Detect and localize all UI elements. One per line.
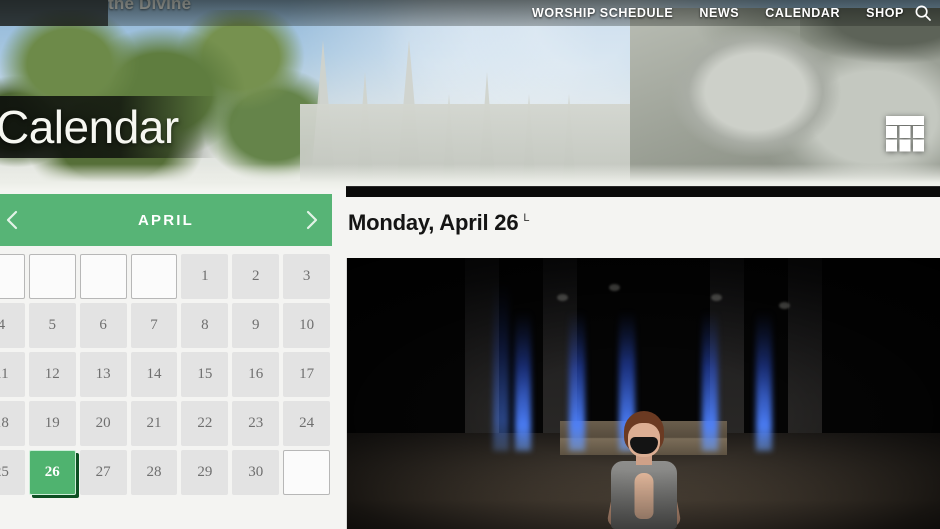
chevron-right-icon[interactable] bbox=[300, 209, 322, 231]
calendar-day[interactable]: 25 bbox=[0, 450, 25, 495]
calendar-day[interactable]: 17 bbox=[283, 352, 330, 397]
calendar-day[interactable]: 23 bbox=[232, 401, 280, 446]
service-video-player[interactable] bbox=[346, 258, 940, 529]
calendar-cell-empty bbox=[79, 254, 127, 299]
month-navigation-bar: APRIL bbox=[0, 194, 332, 246]
calendar-cell-empty bbox=[0, 254, 25, 299]
calendar-cell-empty bbox=[28, 254, 76, 299]
event-date-heading: Monday, April 26 L bbox=[346, 210, 940, 236]
video-scene bbox=[347, 258, 940, 529]
nav-item-news[interactable]: NEWS bbox=[699, 6, 739, 20]
hero-banner bbox=[0, 0, 940, 190]
calendar-day[interactable]: 12 bbox=[28, 352, 76, 397]
calendar-day[interactable]: 11 bbox=[0, 352, 25, 397]
calendar-day-selected[interactable]: 26 bbox=[28, 450, 76, 495]
calendar-day[interactable]: 5 bbox=[28, 303, 76, 348]
nav-item-calendar[interactable]: CALENDAR bbox=[765, 6, 840, 20]
calendar-day[interactable]: 28 bbox=[130, 450, 178, 495]
section-divider bbox=[346, 186, 940, 197]
calendar-day[interactable]: 22 bbox=[181, 401, 229, 446]
calendar-day[interactable]: 29 bbox=[181, 450, 229, 495]
calendar-cell-empty bbox=[283, 450, 330, 495]
video-vignette bbox=[347, 258, 940, 529]
calendar-day[interactable]: 10 bbox=[283, 303, 330, 348]
page-title: Calendar bbox=[0, 101, 179, 153]
calendar-day[interactable]: 27 bbox=[79, 450, 127, 495]
calendar-day[interactable]: 14 bbox=[130, 352, 178, 397]
calendar-day[interactable]: 13 bbox=[79, 352, 127, 397]
nav-left-shade bbox=[0, 0, 108, 26]
search-icon[interactable] bbox=[914, 4, 932, 22]
calendar-day[interactable]: 2 bbox=[232, 254, 280, 299]
calendar-day[interactable]: 3 bbox=[283, 254, 330, 299]
stone-sculpture bbox=[630, 8, 940, 190]
top-navigation-bar: WORSHIP SCHEDULE NEWS CALENDAR SHOP bbox=[0, 0, 940, 26]
calendar-panel: APRIL 1234567891011121314151617181920212… bbox=[0, 194, 332, 529]
event-date-superscript: L bbox=[523, 212, 530, 224]
nav-item-shop[interactable]: SHOP bbox=[866, 6, 904, 20]
calendar-day[interactable]: 4 bbox=[0, 303, 25, 348]
calendar-day[interactable]: 24 bbox=[283, 401, 330, 446]
event-date-text: Monday, April 26 bbox=[348, 210, 519, 235]
calendar-day[interactable]: 30 bbox=[232, 450, 280, 495]
calendar-day[interactable]: 16 bbox=[232, 352, 280, 397]
calendar-day-grid: 1234567891011121314151617181920212223242… bbox=[0, 246, 332, 495]
calendar-day[interactable]: 15 bbox=[181, 352, 229, 397]
calendar-day[interactable]: 1 bbox=[181, 254, 229, 299]
event-panel: Monday, April 26 L bbox=[346, 186, 940, 529]
nav-item-worship-schedule[interactable]: WORSHIP SCHEDULE bbox=[532, 6, 673, 20]
calendar-day[interactable]: 9 bbox=[232, 303, 280, 348]
calendar-day[interactable]: 19 bbox=[28, 401, 76, 446]
calendar-day[interactable]: 6 bbox=[79, 303, 127, 348]
calendar-cell-empty bbox=[130, 254, 178, 299]
calendar-day[interactable]: 8 bbox=[181, 303, 229, 348]
calendar-day[interactable]: 7 bbox=[130, 303, 178, 348]
calendar-day[interactable]: 18 bbox=[0, 401, 25, 446]
month-label: APRIL bbox=[138, 211, 194, 229]
chevron-left-icon[interactable] bbox=[2, 209, 24, 231]
calendar-day[interactable]: 20 bbox=[79, 401, 127, 446]
calendar-page: WORSHIP SCHEDULE NEWS CALENDAR SHOP the … bbox=[0, 0, 940, 529]
calendar-grid-icon[interactable] bbox=[884, 113, 926, 155]
nav-links: WORSHIP SCHEDULE NEWS CALENDAR SHOP bbox=[532, 0, 904, 26]
calendar-day[interactable]: 21 bbox=[130, 401, 178, 446]
